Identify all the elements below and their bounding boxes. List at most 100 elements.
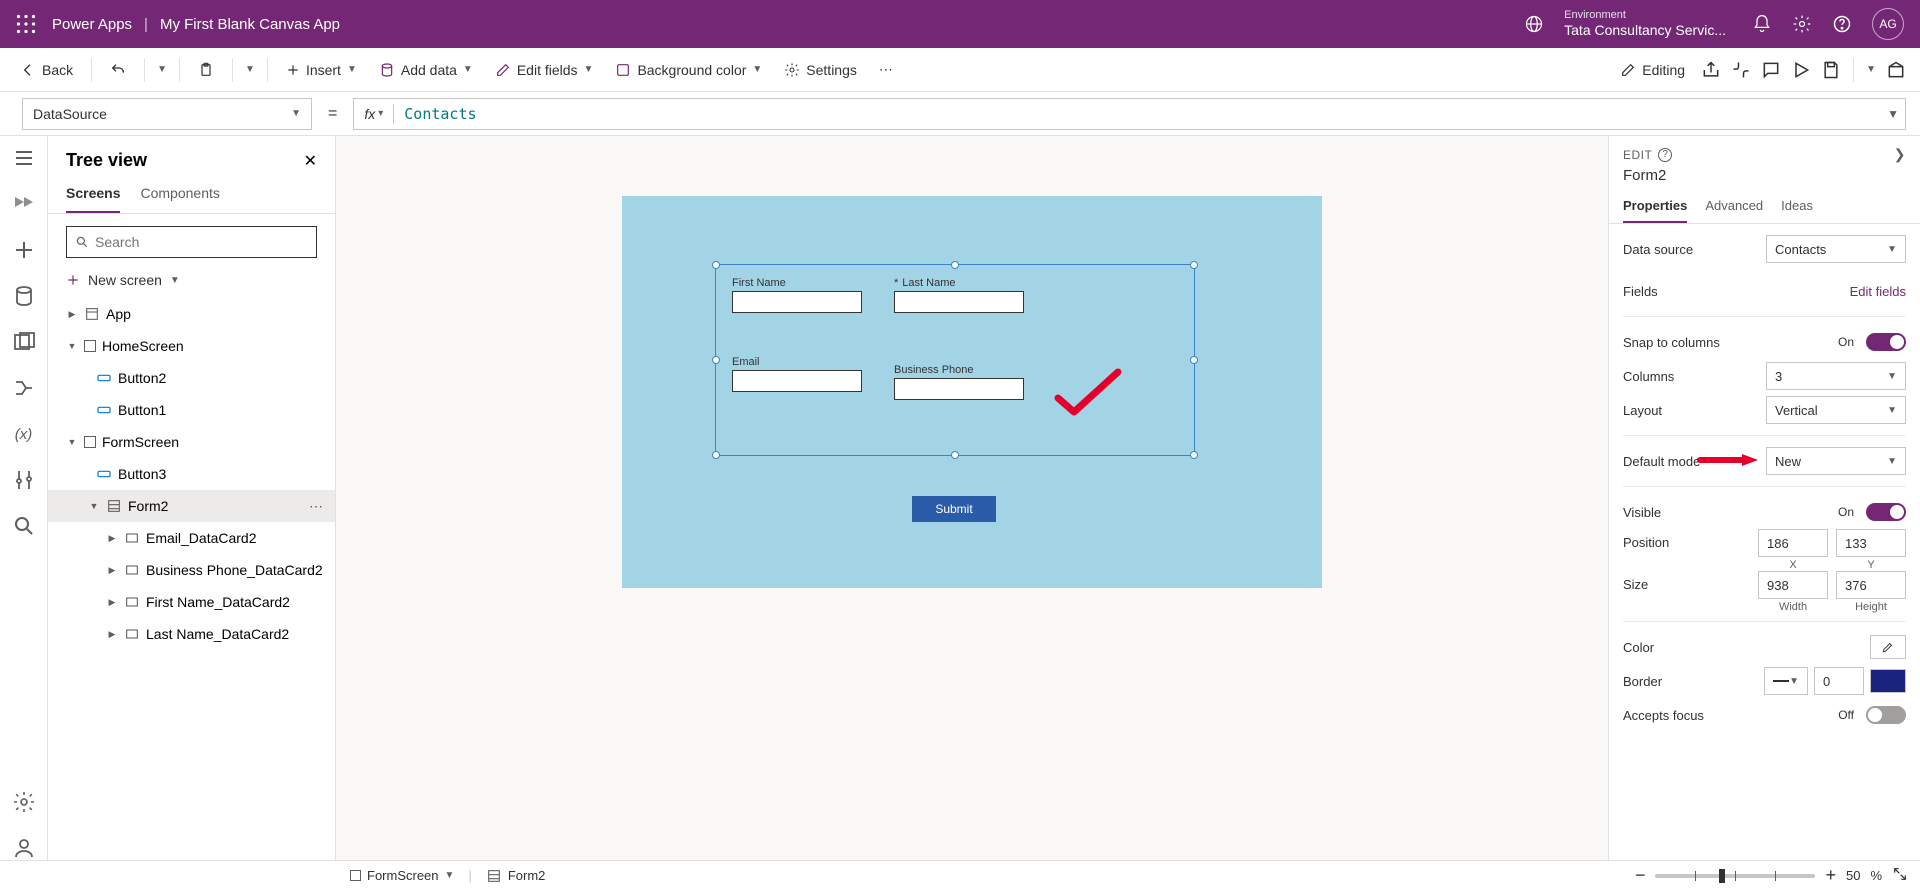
tree-item-phone-datacard[interactable]: ▶ Business Phone_DataCard2: [48, 554, 335, 586]
zoom-slider[interactable]: [1655, 874, 1815, 878]
resize-handle[interactable]: [712, 451, 720, 459]
data-source-dropdown[interactable]: Contacts▼: [1766, 235, 1906, 263]
zoom-out-button[interactable]: −: [1635, 865, 1646, 886]
waffle-icon[interactable]: [16, 14, 36, 34]
position-x-input[interactable]: 186: [1758, 529, 1828, 557]
avatar[interactable]: AG: [1872, 8, 1904, 40]
tree-item-homescreen[interactable]: ▼ HomeScreen: [48, 330, 335, 362]
undo-button[interactable]: [104, 58, 132, 82]
background-color-button[interactable]: Background color ▼: [609, 58, 768, 82]
product-name[interactable]: Power Apps: [52, 16, 132, 33]
form-selection[interactable]: First Name *Last Name Email Business Pho…: [715, 264, 1195, 456]
fit-screen-icon[interactable]: [1892, 866, 1908, 885]
chevron-down-icon[interactable]: ▼: [245, 64, 255, 75]
virtual-agent-icon[interactable]: [12, 836, 36, 860]
app-canvas[interactable]: First Name *Last Name Email Business Pho…: [622, 196, 1322, 588]
resize-handle[interactable]: [1190, 356, 1198, 364]
publish-icon[interactable]: [1886, 60, 1906, 80]
resize-handle[interactable]: [712, 356, 720, 364]
edit-fields-link[interactable]: Edit fields: [1850, 284, 1906, 299]
notifications-icon[interactable]: [1752, 14, 1772, 34]
tab-ideas[interactable]: Ideas: [1781, 192, 1813, 223]
last-name-input[interactable]: [894, 291, 1024, 313]
help-icon[interactable]: [1832, 14, 1852, 34]
search-input[interactable]: [95, 234, 308, 250]
chevron-down-icon[interactable]: ▼: [1866, 64, 1876, 75]
play-icon[interactable]: [1791, 60, 1811, 80]
border-color-picker[interactable]: [1870, 669, 1906, 693]
share-icon[interactable]: [1701, 60, 1721, 80]
resize-handle[interactable]: [1190, 261, 1198, 269]
formula-input[interactable]: fx▾ Contacts ▼: [353, 98, 1906, 130]
resize-handle[interactable]: [951, 451, 959, 459]
back-button[interactable]: Back: [14, 58, 79, 82]
columns-dropdown[interactable]: 3▼: [1766, 362, 1906, 390]
border-width-input[interactable]: 0: [1814, 667, 1864, 695]
media-icon[interactable]: [12, 330, 36, 354]
canvas-area[interactable]: First Name *Last Name Email Business Pho…: [336, 136, 1608, 860]
breadcrumb-formscreen[interactable]: FormScreen ▼: [350, 868, 454, 883]
add-data-button[interactable]: Add data ▼: [373, 58, 479, 82]
snap-toggle[interactable]: [1866, 333, 1906, 351]
tree-item-button1[interactable]: Button1: [48, 394, 335, 426]
collapse-icon[interactable]: ❯: [1894, 146, 1906, 163]
edit-fields-button[interactable]: Edit fields ▼: [489, 58, 600, 82]
tab-advanced[interactable]: Advanced: [1705, 192, 1763, 223]
more-icon[interactable]: ⋯: [309, 498, 325, 515]
tree-item-app[interactable]: ▶ App: [48, 298, 335, 330]
settings-button[interactable]: Settings: [778, 58, 863, 82]
environment-display[interactable]: Environment Tata Consultancy Servic...: [1564, 9, 1726, 39]
resize-handle[interactable]: [712, 261, 720, 269]
comments-icon[interactable]: [1761, 60, 1781, 80]
border-style-dropdown[interactable]: ▼: [1764, 667, 1808, 695]
insert-icon[interactable]: [12, 238, 36, 262]
tools-icon[interactable]: [12, 468, 36, 492]
tab-components[interactable]: Components: [140, 177, 219, 213]
gear-icon[interactable]: [1792, 14, 1812, 34]
default-mode-dropdown[interactable]: New▼: [1766, 447, 1906, 475]
phone-input[interactable]: [894, 378, 1024, 400]
tree-view-icon[interactable]: [12, 192, 36, 216]
resize-handle[interactable]: [951, 261, 959, 269]
insert-button[interactable]: Insert ▼: [280, 58, 363, 82]
info-icon[interactable]: ?: [1658, 148, 1672, 162]
tab-screens[interactable]: Screens: [66, 177, 120, 213]
tree-item-form2[interactable]: ▼ Form2 ⋯: [48, 490, 335, 522]
email-input[interactable]: [732, 370, 862, 392]
visible-toggle[interactable]: [1866, 503, 1906, 521]
more-button[interactable]: ⋯: [873, 57, 899, 82]
tree-item-email-datacard[interactable]: ▶ Email_DataCard2: [48, 522, 335, 554]
zoom-in-button[interactable]: +: [1825, 865, 1836, 886]
submit-button[interactable]: Submit: [912, 496, 996, 522]
variables-icon[interactable]: (x): [12, 422, 36, 446]
close-icon[interactable]: ✕: [304, 151, 317, 171]
tree-search[interactable]: [66, 226, 317, 258]
expand-formula-icon[interactable]: ▼: [1887, 107, 1899, 121]
new-screen-button[interactable]: New screen ▼: [48, 266, 335, 298]
tab-properties[interactable]: Properties: [1623, 192, 1687, 223]
editing-mode-button[interactable]: Editing: [1614, 58, 1691, 82]
size-height-input[interactable]: 376: [1836, 571, 1906, 599]
resize-handle[interactable]: [1190, 451, 1198, 459]
paste-button[interactable]: [192, 58, 220, 82]
breadcrumb-form2[interactable]: Form2: [486, 868, 546, 884]
chevron-down-icon[interactable]: ▼: [157, 64, 167, 75]
tree-item-button2[interactable]: Button2: [48, 362, 335, 394]
flows-icon[interactable]: [12, 376, 36, 400]
size-width-input[interactable]: 938: [1758, 571, 1828, 599]
property-dropdown[interactable]: DataSource ▼: [22, 98, 312, 130]
tree-item-button3[interactable]: Button3: [48, 458, 335, 490]
settings-rail-icon[interactable]: [12, 790, 36, 814]
checker-icon[interactable]: [1731, 60, 1751, 80]
tree-item-lastname-datacard[interactable]: ▶ Last Name_DataCard2: [48, 618, 335, 650]
layout-dropdown[interactable]: Vertical▼: [1766, 396, 1906, 424]
first-name-input[interactable]: [732, 291, 862, 313]
hamburger-icon[interactable]: [12, 146, 36, 170]
data-icon[interactable]: [12, 284, 36, 308]
tree-item-formscreen[interactable]: ▼ FormScreen: [48, 426, 335, 458]
save-icon[interactable]: [1821, 60, 1841, 80]
search-rail-icon[interactable]: [12, 514, 36, 538]
accepts-focus-toggle[interactable]: [1866, 706, 1906, 724]
color-picker[interactable]: [1870, 635, 1906, 659]
tree-item-firstname-datacard[interactable]: ▶ First Name_DataCard2: [48, 586, 335, 618]
